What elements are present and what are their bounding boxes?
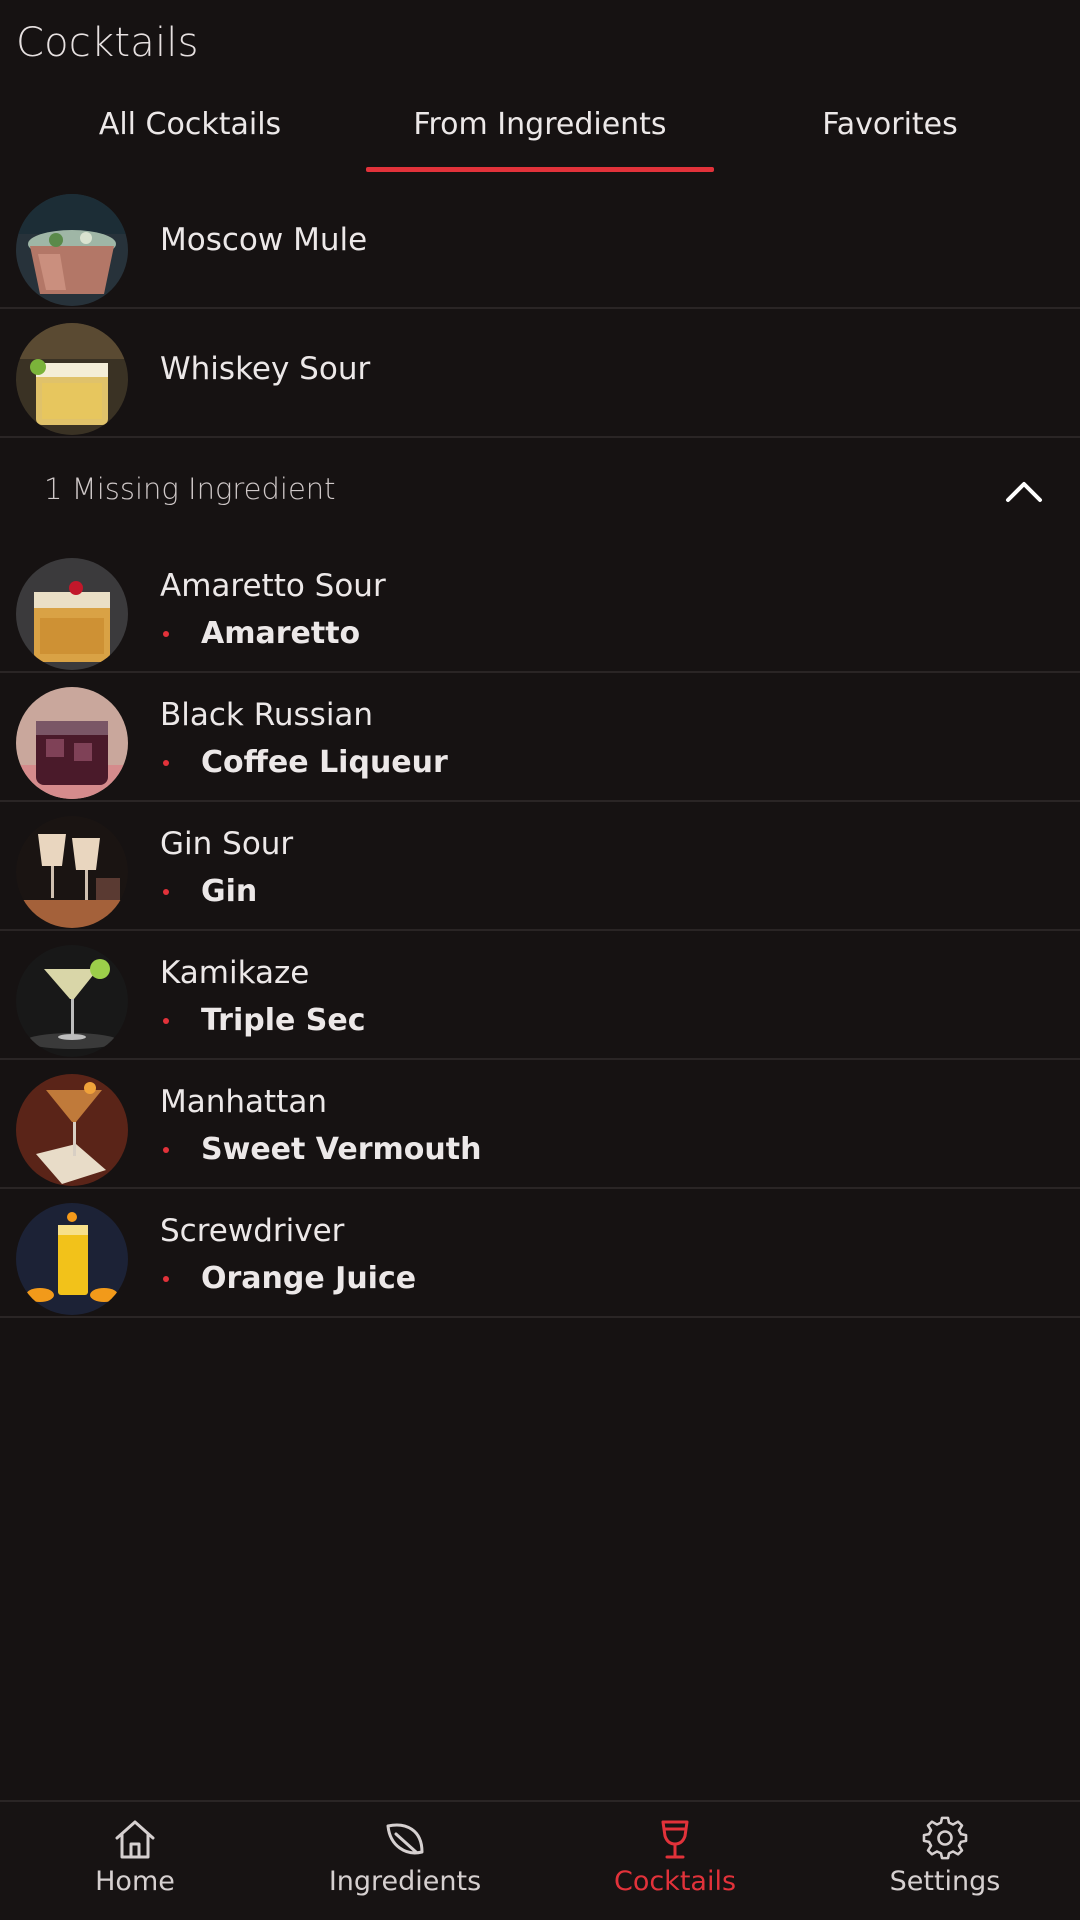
cocktail-thumbnail — [16, 945, 128, 1057]
cocktail-thumbnail — [16, 323, 128, 435]
missing-ingredient-name: Orange Juice — [201, 1261, 417, 1296]
cocktail-thumbnail — [16, 558, 128, 670]
cocktail-thumbnail — [16, 194, 128, 306]
missing-ingredient-name: Coffee Liqueur — [201, 745, 448, 780]
nav-home[interactable]: Home — [0, 1802, 270, 1920]
nav-label: Settings — [889, 1866, 1001, 1897]
cocktail-thumbnail — [16, 1203, 128, 1315]
leaf-icon — [386, 1823, 424, 1855]
bullet-dot — [163, 888, 169, 895]
app-root: Cocktails All Cocktails From Ingredients… — [0, 0, 1080, 1920]
bullet-dot — [163, 1146, 169, 1153]
cocktail-thumbnail — [16, 816, 128, 928]
cocktail-name: Manhattan — [160, 1084, 327, 1120]
cocktail-name: Moscow Mule — [160, 222, 368, 258]
tab-favorites[interactable]: Favorites — [720, 95, 1060, 175]
bottom-navigation: Home Ingredients Cocktails Settings — [0, 1800, 1080, 1920]
missing-ingredient-name: Gin — [201, 874, 258, 909]
active-tab-indicator — [366, 167, 714, 172]
cocktail-list: Moscow Mule Whiskey Sour 1 Missing Ingre… — [0, 180, 1080, 1318]
missing-ingredient: Sweet Vermouth — [160, 1132, 481, 1167]
chevron-up-icon[interactable] — [1004, 474, 1044, 514]
cocktail-name: Screwdriver — [160, 1213, 345, 1249]
gear-icon — [922, 1816, 968, 1860]
nav-cocktails[interactable]: Cocktails — [540, 1802, 810, 1920]
bullet-dot — [163, 759, 169, 766]
bullet-dot — [163, 1017, 169, 1024]
nav-ingredients[interactable]: Ingredients — [270, 1802, 540, 1920]
nav-settings[interactable]: Settings — [810, 1802, 1080, 1920]
list-item-black-russian[interactable]: Black Russian Coffee Liqueur — [0, 673, 1080, 802]
cocktail-thumbnail — [16, 687, 128, 799]
nav-label: Ingredients — [328, 1866, 482, 1897]
cocktail-name: Kamikaze — [160, 955, 310, 991]
tab-bar: All Cocktails From Ingredients Favorites — [0, 95, 1080, 175]
missing-ingredient: Amaretto — [160, 616, 360, 651]
missing-ingredient: Triple Sec — [160, 1003, 366, 1038]
bullet-dot — [163, 1275, 169, 1282]
cocktail-name: Whiskey Sour — [160, 351, 371, 387]
missing-ingredient-name: Triple Sec — [201, 1003, 366, 1038]
missing-ingredient-section-header[interactable]: 1 Missing Ingredient — [0, 438, 1080, 544]
list-item-screwdriver[interactable]: Screwdriver Orange Juice — [0, 1189, 1080, 1318]
bullet-dot — [163, 630, 169, 637]
page-title: Cocktails — [16, 20, 199, 66]
missing-ingredient: Gin — [160, 874, 257, 909]
section-label: 1 Missing Ingredient — [44, 472, 336, 506]
missing-ingredient-name: Amaretto — [201, 616, 361, 651]
list-item-gin-sour[interactable]: Gin Sour Gin — [0, 802, 1080, 931]
tab-from-ingredients[interactable]: From Ingredients — [360, 95, 720, 175]
list-item-amaretto-sour[interactable]: Amaretto Sour Amaretto — [0, 544, 1080, 673]
cocktail-glass-icon — [661, 1820, 689, 1859]
cocktail-name: Amaretto Sour — [160, 568, 386, 604]
list-item-kamikaze[interactable]: Kamikaze Triple Sec — [0, 931, 1080, 1060]
nav-label: Home — [95, 1866, 175, 1897]
cocktail-name: Black Russian — [160, 697, 374, 733]
nav-label: Cocktails — [613, 1866, 737, 1897]
list-item-manhattan[interactable]: Manhattan Sweet Vermouth — [0, 1060, 1080, 1189]
list-item-moscow-mule[interactable]: Moscow Mule — [0, 180, 1080, 309]
home-icon — [115, 1820, 155, 1859]
list-item-whiskey-sour[interactable]: Whiskey Sour — [0, 309, 1080, 438]
cocktail-thumbnail — [16, 1074, 128, 1186]
missing-ingredient: Orange Juice — [160, 1261, 416, 1296]
missing-ingredient: Coffee Liqueur — [160, 745, 448, 780]
missing-ingredient-name: Sweet Vermouth — [201, 1132, 482, 1167]
cocktail-name: Gin Sour — [160, 826, 294, 862]
tab-all-cocktails[interactable]: All Cocktails — [0, 95, 380, 175]
